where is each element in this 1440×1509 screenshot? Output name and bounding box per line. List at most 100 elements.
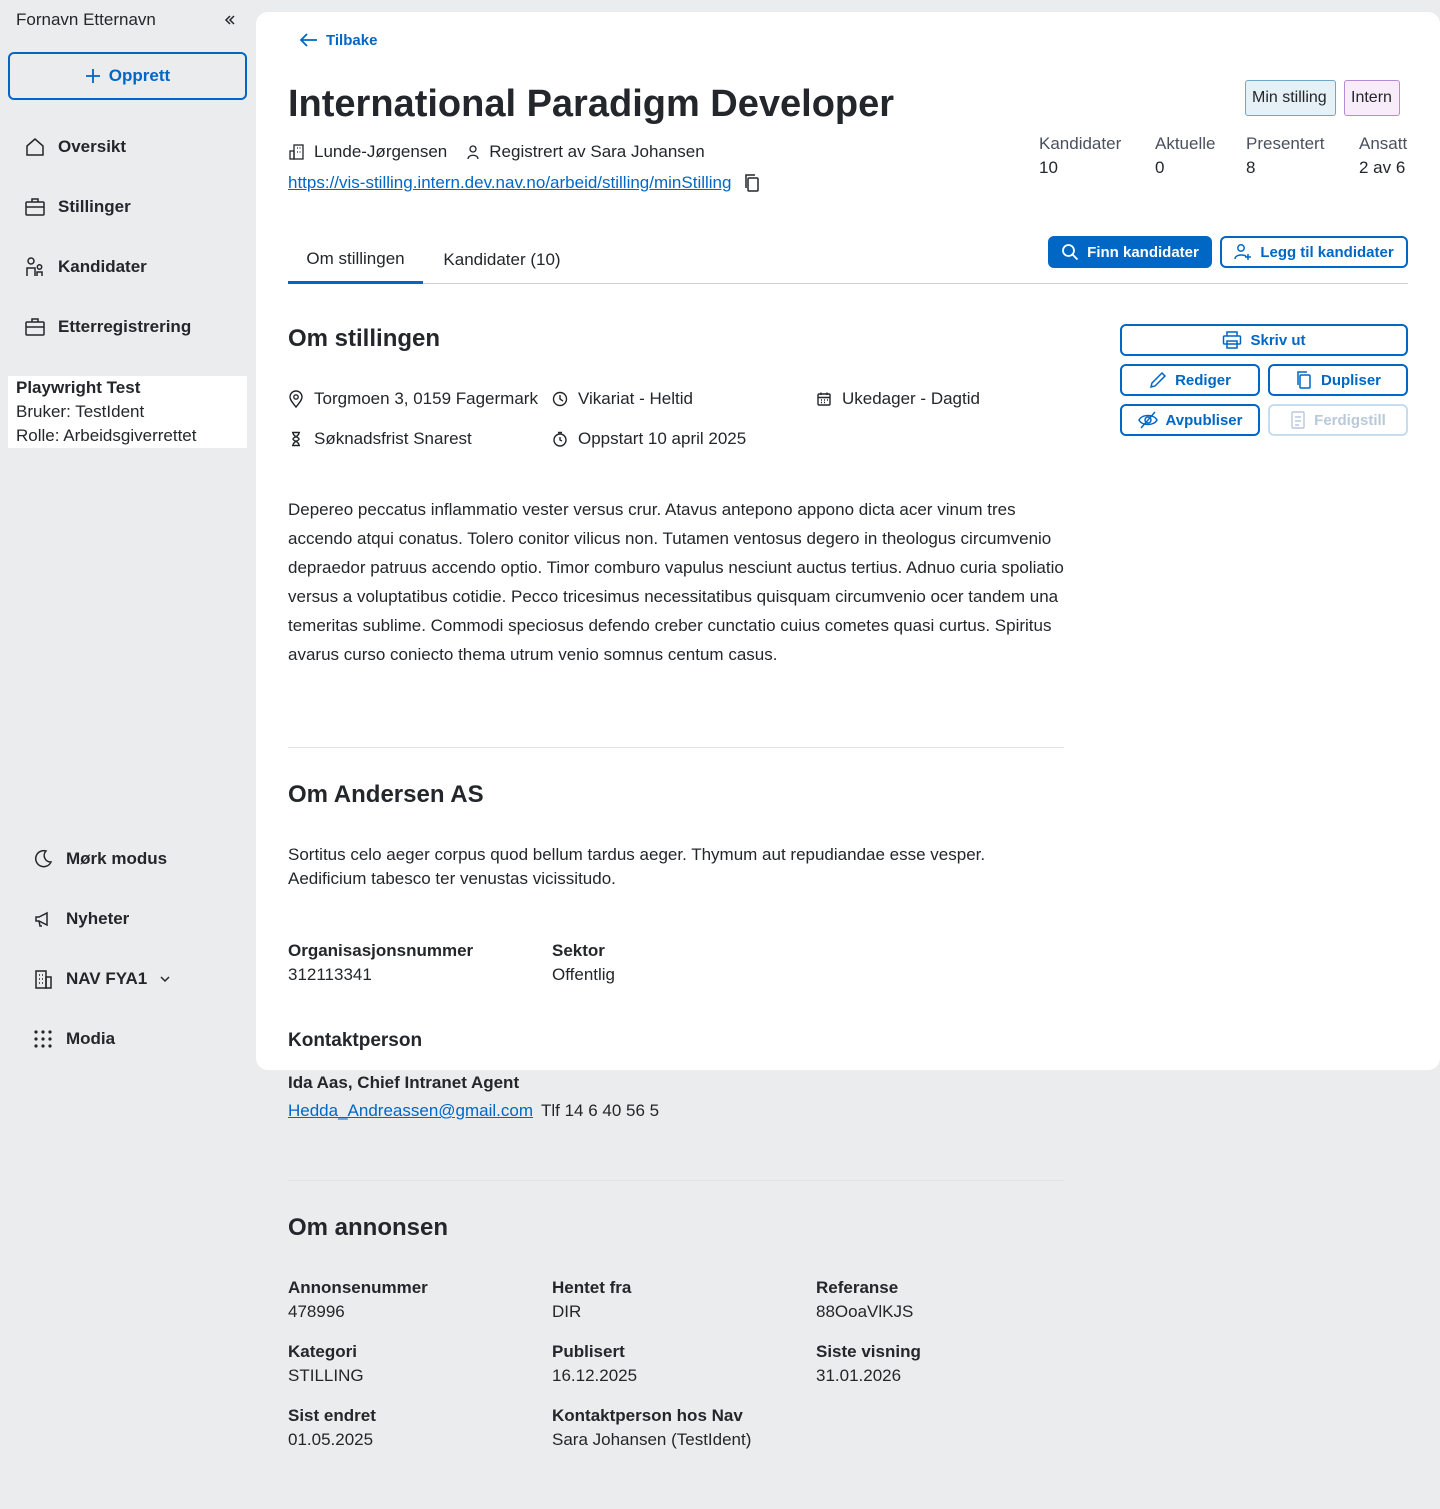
stat-relevant: Aktuelle 0 xyxy=(1155,132,1215,180)
sidebar-item-label: Oversikt xyxy=(58,137,127,156)
stat-label: Aktuelle xyxy=(1155,134,1216,153)
person-plus-icon xyxy=(1234,244,1252,260)
ad-field: Publisert 16.12.2025 xyxy=(552,1340,637,1388)
create-button-label: Opprett xyxy=(108,66,171,85)
schedule-item: Ukedager - Dagtid xyxy=(816,387,980,411)
ad-field: Kontaktperson hos Nav Sara Johansen (Tes… xyxy=(552,1404,751,1452)
office-select[interactable]: NAV FYA1 xyxy=(32,965,171,993)
stat-presented: Presentert 8 xyxy=(1246,132,1324,180)
edit-button[interactable]: Rediger xyxy=(1120,364,1260,396)
clock-icon xyxy=(552,391,568,407)
stat-hired: Ansatt 2 av 6 xyxy=(1359,132,1407,180)
edit-label: Rediger xyxy=(1175,371,1231,389)
plus-icon xyxy=(85,69,100,83)
location-pin-icon xyxy=(289,390,303,408)
back-link[interactable]: Tilbake xyxy=(300,28,377,52)
page-title: International Paradigm Developer xyxy=(288,83,895,125)
print-label: Skriv ut xyxy=(1250,331,1306,349)
add-candidates-button[interactable]: Legg til kandidater xyxy=(1220,236,1408,268)
copy-icon xyxy=(1297,371,1311,389)
sidebar-item-oversikt[interactable]: Oversikt xyxy=(24,133,126,161)
field-value: 31.01.2026 xyxy=(816,1366,902,1385)
stat-value: 0 xyxy=(1155,158,1165,177)
tab-label: Kandidater (10) xyxy=(443,250,561,269)
registered-by-item: Registrert av Sara Johansen xyxy=(465,142,705,162)
stat-candidates: Kandidater 10 xyxy=(1039,132,1121,180)
hourglass-icon xyxy=(292,431,300,447)
grid-dots-icon xyxy=(34,1030,52,1048)
stat-label: Presentert xyxy=(1246,134,1325,153)
briefcase-icon xyxy=(25,318,45,336)
chevron-down-icon xyxy=(160,976,170,983)
tag-my-position: Min stilling xyxy=(1245,80,1336,116)
about-position-heading: Om stillingen xyxy=(288,325,441,352)
contact-person-heading: Kontaktperson xyxy=(288,1030,423,1051)
sidebar-item-etterregistrering[interactable]: Etterregistrering xyxy=(24,313,191,341)
start-text: Oppstart 10 april 2025 xyxy=(578,429,747,448)
tag-internal: Intern xyxy=(1344,80,1400,116)
field-value: Sara Johansen (TestIdent) xyxy=(552,1430,752,1449)
people-icon xyxy=(26,257,43,276)
sector-field: Sektor Offentlig xyxy=(552,939,615,987)
complete-label: Ferdigstill xyxy=(1314,411,1386,429)
test-box-user: Bruker: TestIdent xyxy=(16,402,145,421)
tab-about-position[interactable]: Om stillingen xyxy=(288,236,423,284)
sidebar-item-stillinger[interactable]: Stillinger xyxy=(24,193,131,221)
printer-icon xyxy=(1223,331,1242,349)
field-value: DIR xyxy=(552,1302,582,1321)
person-icon xyxy=(467,145,479,160)
tab-candidates[interactable]: Kandidater (10) xyxy=(427,236,577,284)
sidebar-item-kandidater[interactable]: Kandidater xyxy=(24,253,147,281)
employer-item: Lunde-Jørgensen xyxy=(288,142,447,162)
ad-field: Kategori STILLING xyxy=(288,1340,364,1388)
ad-field: Hentet fra DIR xyxy=(552,1276,631,1324)
office-label: NAV FYA1 xyxy=(66,969,148,988)
find-candidates-button[interactable]: Finn kandidater xyxy=(1048,236,1212,268)
field-value: Offentlig xyxy=(552,965,616,984)
employer-description: Sortitus celo aeger corpus quod bellum t… xyxy=(288,845,986,888)
field-label: Hentet fra xyxy=(552,1278,632,1297)
stat-value: 2 av 6 xyxy=(1359,158,1406,177)
field-value: 478996 xyxy=(288,1302,345,1321)
sidebar-item-label: Kandidater xyxy=(58,257,147,276)
position-description: Depereo peccatus inflammatio vester vers… xyxy=(288,500,1064,664)
field-label: Organisasjonsnummer xyxy=(288,941,474,960)
sidebar: Fornavn Etternavn Opprett Oversikt Still… xyxy=(0,0,256,1509)
user-name: Fornavn Etternavn xyxy=(16,10,156,29)
contact-email-link[interactable]: Hedda_Andreassen@gmail.com xyxy=(288,1101,533,1121)
dark-mode-toggle[interactable]: Mørk modus xyxy=(32,845,167,873)
collapse-sidebar-button[interactable] xyxy=(220,10,240,30)
contact-details: Hedda_Andreassen@gmail.com Tlf 14 6 40 5… xyxy=(288,1099,659,1123)
sidebar-item-label: Etterregistrering xyxy=(58,317,192,336)
stat-label: Ansatt xyxy=(1359,134,1408,153)
unpublish-button[interactable]: Avpubliser xyxy=(1120,404,1260,436)
print-button[interactable]: Skriv ut xyxy=(1120,324,1408,356)
create-button[interactable]: Opprett xyxy=(8,52,247,100)
employment-type-item: Vikariat - Heltid xyxy=(552,387,693,411)
section-divider xyxy=(288,747,1064,748)
megaphone-icon xyxy=(35,911,48,927)
tab-label: Om stillingen xyxy=(306,248,405,268)
section-divider xyxy=(288,1180,1064,1181)
employment-type-text: Vikariat - Heltid xyxy=(578,389,693,408)
field-label: Kategori xyxy=(288,1342,357,1361)
position-url-link[interactable]: https://vis-stilling.intern.dev.nav.no/a… xyxy=(288,173,731,193)
modia-button[interactable]: Modia xyxy=(32,1025,115,1053)
field-label: Siste visning xyxy=(816,1342,921,1361)
moon-icon xyxy=(35,849,53,868)
arrow-left-icon xyxy=(300,33,317,47)
test-box-title: Playwright Test xyxy=(16,378,141,397)
schedule-text: Ukedager - Dagtid xyxy=(842,389,980,408)
ad-field: Siste visning 31.01.2026 xyxy=(816,1340,921,1388)
deadline-text: Søknadsfrist Snarest xyxy=(314,429,472,448)
field-value: STILLING xyxy=(288,1366,364,1385)
complete-button: Ferdigstill xyxy=(1268,404,1408,436)
news-button[interactable]: Nyheter xyxy=(32,905,129,933)
copy-url-button[interactable] xyxy=(743,173,761,193)
checklist-icon xyxy=(1291,411,1305,429)
field-value: 88OoaVlKJS xyxy=(816,1302,914,1321)
about-employer-heading: Om Andersen AS xyxy=(288,781,484,808)
calendar-icon xyxy=(817,392,831,406)
field-label: Sektor xyxy=(552,941,605,960)
duplicate-button[interactable]: Dupliser xyxy=(1268,364,1408,396)
